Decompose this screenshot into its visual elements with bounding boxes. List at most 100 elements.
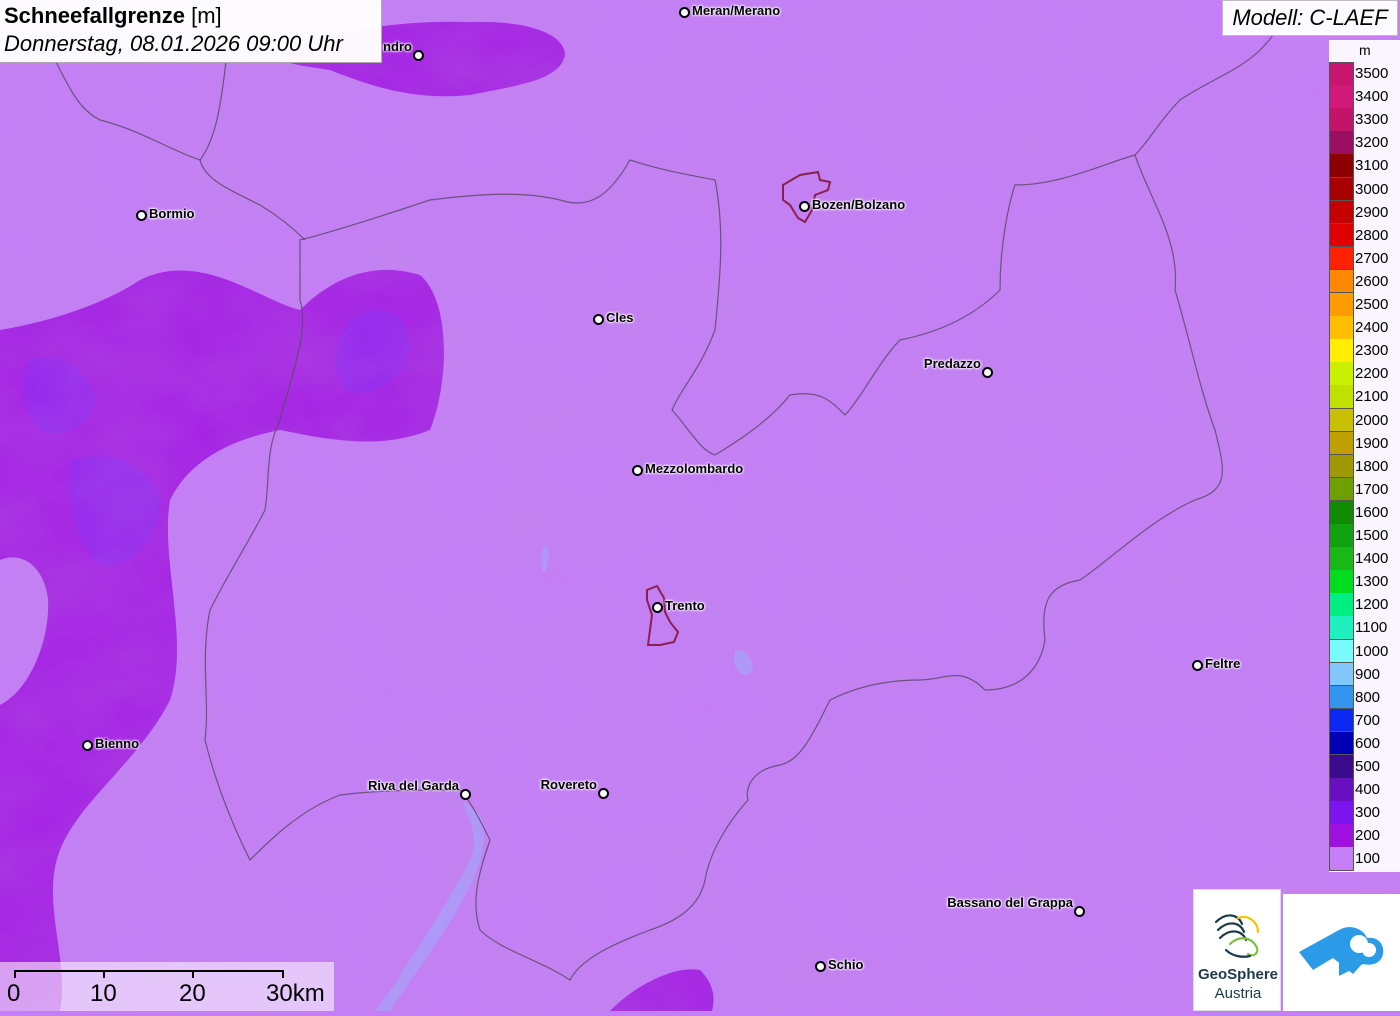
legend-label: 3100 (1355, 157, 1389, 175)
map-canvas[interactable] (0, 0, 1400, 1011)
legend-label: 1600 (1355, 503, 1389, 521)
legend-swatch (1329, 547, 1354, 571)
scale-label-20: 20 (179, 980, 206, 1007)
legend-label: 900 (1355, 665, 1381, 683)
cloud-logo-icon (1299, 927, 1384, 976)
legend-swatch (1329, 685, 1354, 710)
legend-label: 2400 (1355, 319, 1389, 337)
city-label[interactable]: Bassano del Grappa (947, 895, 1073, 910)
map-svg (0, 0, 1400, 1011)
legend-swatch (1329, 778, 1354, 802)
legend-label: 100 (1355, 850, 1381, 868)
city-label[interactable]: Cles (606, 310, 633, 325)
scale-tick (192, 970, 194, 978)
legend-label: 200 (1355, 827, 1381, 845)
city-label[interactable]: ndro (383, 39, 412, 54)
city-label[interactable]: Bienno (95, 736, 139, 751)
scale-bar: 0 10 20 30km (0, 962, 334, 1011)
legend-label: 2000 (1355, 411, 1389, 429)
city-label[interactable]: Predazzo (924, 356, 981, 371)
city-marker[interactable] (632, 465, 643, 476)
legend-swatch (1329, 408, 1354, 433)
legend-label: 3400 (1355, 88, 1389, 106)
legend-swatch (1329, 500, 1354, 525)
model-label: Modell: C-LAEF (1222, 0, 1398, 36)
city-label[interactable]: Trento (665, 598, 705, 613)
legend-label: 2200 (1355, 365, 1389, 383)
city-label[interactable]: Riva del Garda (368, 778, 459, 793)
city-label[interactable]: Schio (828, 957, 863, 972)
scale-tick (14, 970, 16, 978)
city-marker[interactable] (82, 740, 93, 751)
city-label[interactable]: Feltre (1205, 656, 1240, 671)
legend-swatch (1329, 385, 1354, 409)
scale-label-30km: 30km (266, 980, 325, 1007)
legend-swatch (1329, 755, 1354, 779)
legend-label: 800 (1355, 688, 1381, 706)
scale-label-10: 10 (90, 980, 117, 1007)
map-title-unit: [m] (191, 3, 222, 28)
scale-label-0: 0 (7, 980, 21, 1007)
legend-label: 2700 (1355, 249, 1389, 267)
legend-label: 1300 (1355, 573, 1389, 591)
legend-unit: m (1359, 42, 1371, 58)
legend-label: 1000 (1355, 642, 1389, 660)
city-marker[interactable] (1074, 906, 1085, 917)
legend-swatch (1329, 62, 1354, 86)
legend-label: 700 (1355, 711, 1381, 729)
geosphere-sub: Austria (1214, 985, 1262, 1002)
legend-swatch (1329, 477, 1354, 502)
legend-label: 1200 (1355, 596, 1389, 614)
legend-swatch (1329, 708, 1354, 733)
legend-swatch (1329, 847, 1354, 871)
map-datetime: Donnerstag, 08.01.2026 09:00 Uhr (4, 31, 343, 56)
geosphere-logo[interactable]: GeoSphere Austria (1193, 889, 1281, 1011)
city-marker[interactable] (593, 314, 604, 325)
city-marker[interactable] (136, 210, 147, 221)
legend-label: 400 (1355, 781, 1381, 799)
city-marker[interactable] (460, 789, 471, 800)
scale-tick (103, 970, 105, 978)
legend-label: 1800 (1355, 457, 1389, 475)
city-label[interactable]: Meran/Merano (692, 3, 780, 18)
legend-swatch (1329, 316, 1354, 340)
city-marker[interactable] (815, 961, 826, 972)
legend-label: 500 (1355, 758, 1381, 775)
legend-swatch (1329, 362, 1354, 386)
legend-swatch (1329, 108, 1354, 132)
legend-swatch (1329, 639, 1354, 664)
geosphere-mark-icon (1214, 914, 1260, 958)
geosphere-name: GeoSphere (1197, 966, 1279, 983)
city-marker[interactable] (413, 50, 424, 61)
city-marker[interactable] (1192, 660, 1203, 671)
legend-label: 1100 (1355, 619, 1388, 637)
city-marker[interactable] (679, 7, 690, 18)
city-label[interactable]: Mezzolombardo (645, 461, 743, 476)
legend-label: 3300 (1355, 111, 1389, 129)
legend-swatch (1329, 824, 1354, 848)
city-label[interactable]: Rovereto (541, 777, 597, 792)
legend-swatch (1329, 339, 1354, 363)
legend-label: 2800 (1355, 226, 1389, 244)
scale-line (14, 970, 284, 972)
legend-label: 2600 (1355, 272, 1389, 290)
title-box: Schneefallgrenze [m] Donnerstag, 08.01.2… (0, 0, 382, 63)
legend-label: 2900 (1355, 203, 1389, 221)
legend-swatch (1329, 593, 1354, 617)
legend-swatch (1329, 293, 1354, 317)
map-title: Schneefallgrenze [m] (4, 2, 377, 30)
legend-swatch (1329, 616, 1354, 640)
legend-label: 2100 (1355, 388, 1389, 406)
city-label[interactable]: Bozen/Bolzano (812, 197, 905, 212)
city-marker[interactable] (982, 367, 993, 378)
legend-swatch (1329, 662, 1354, 687)
city-marker[interactable] (799, 201, 810, 212)
weather-app-logo[interactable] (1283, 894, 1400, 1011)
city-marker[interactable] (598, 788, 609, 799)
legend-label: 3000 (1355, 180, 1389, 198)
city-label[interactable]: Bormio (149, 206, 195, 221)
legend-swatch (1329, 801, 1354, 825)
legend-label: 1400 (1355, 550, 1389, 568)
legend-swatch (1329, 524, 1354, 548)
city-marker[interactable] (652, 602, 663, 613)
